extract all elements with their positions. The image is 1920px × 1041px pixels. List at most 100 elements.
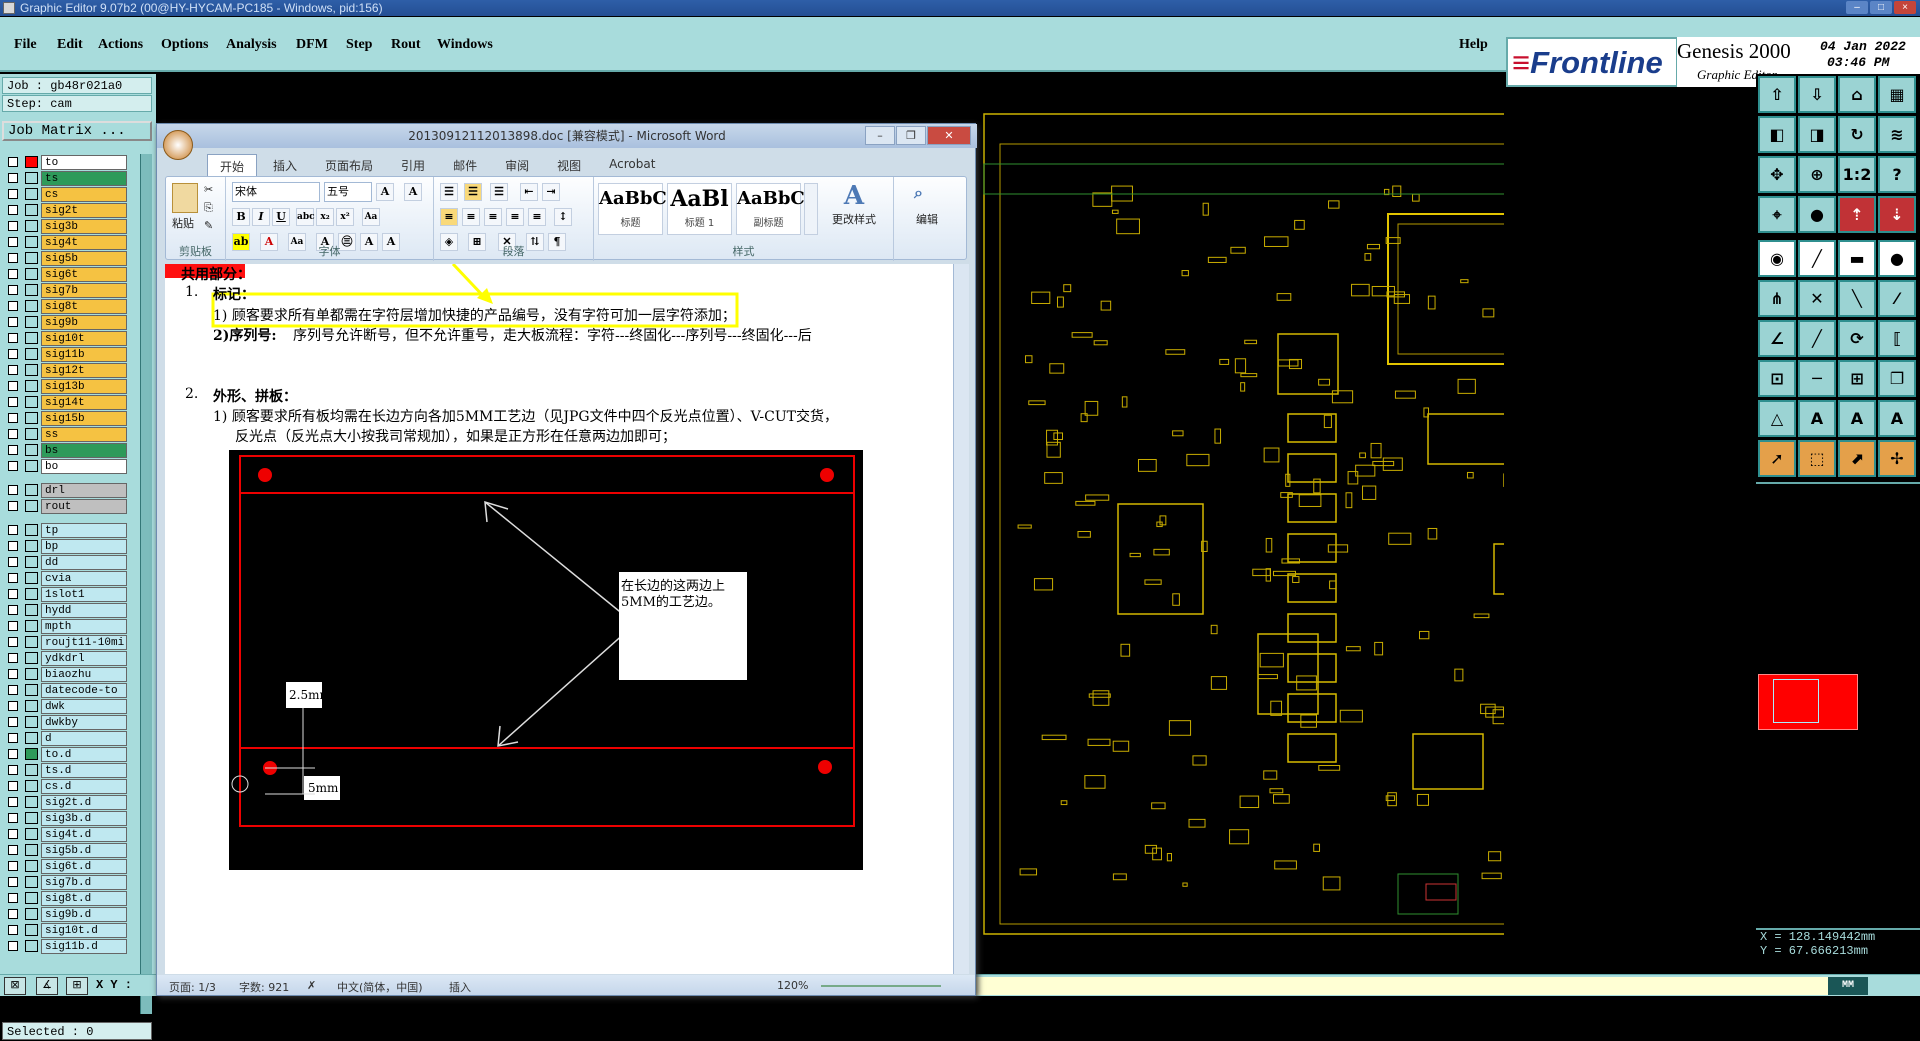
layer-name[interactable]: sig11b.d bbox=[41, 939, 127, 954]
layer-row[interactable]: sig9b.d bbox=[4, 906, 154, 922]
layer-name[interactable]: cvia bbox=[41, 571, 127, 586]
style-subtitle[interactable]: AaBbC副标题 bbox=[736, 183, 801, 235]
layer-row[interactable]: hydd bbox=[4, 602, 154, 618]
layer-affected-toggle[interactable] bbox=[25, 668, 38, 680]
layer-visibility-checkbox[interactable] bbox=[8, 733, 18, 743]
menu-windows[interactable]: Windows bbox=[437, 37, 493, 53]
layer-affected-toggle[interactable] bbox=[25, 748, 38, 760]
paste-icon[interactable] bbox=[172, 183, 198, 213]
layer-name[interactable]: d bbox=[41, 731, 127, 746]
layer-affected-toggle[interactable] bbox=[25, 460, 38, 472]
layer-row[interactable]: cs bbox=[4, 186, 154, 202]
edit-button[interactable]: 编辑 bbox=[916, 211, 938, 227]
angle-icon[interactable]: ∠ bbox=[1758, 320, 1796, 357]
layer-visibility-checkbox[interactable] bbox=[8, 413, 18, 423]
layer-row[interactable]: sig14t bbox=[4, 394, 154, 410]
office-button[interactable] bbox=[163, 130, 193, 160]
layer-affected-toggle[interactable] bbox=[25, 500, 38, 512]
layer-visibility-checkbox[interactable] bbox=[8, 501, 18, 511]
layer-name[interactable]: sig7b bbox=[41, 283, 127, 298]
layer-affected-toggle[interactable] bbox=[25, 316, 38, 328]
layer-visibility-checkbox[interactable] bbox=[8, 717, 18, 727]
layer-affected-toggle[interactable] bbox=[25, 636, 38, 648]
layer-visibility-checkbox[interactable] bbox=[8, 541, 18, 551]
layer-row[interactable]: dwk bbox=[4, 698, 154, 714]
layer-row[interactable]: dwkby bbox=[4, 714, 154, 730]
layer-name[interactable]: bo bbox=[41, 459, 127, 474]
layer-visibility-checkbox[interactable] bbox=[8, 173, 18, 183]
layer-affected-toggle[interactable] bbox=[25, 396, 38, 408]
layer-visibility-checkbox[interactable] bbox=[8, 397, 18, 407]
layer-visibility-checkbox[interactable] bbox=[8, 349, 18, 359]
layer-visibility-checkbox[interactable] bbox=[8, 877, 18, 887]
layer-affected-toggle[interactable] bbox=[25, 572, 38, 584]
horizontal-icon[interactable]: ─ bbox=[1798, 360, 1836, 397]
layer-visibility-checkbox[interactable] bbox=[8, 189, 18, 199]
layer-affected-toggle[interactable] bbox=[25, 732, 38, 744]
layer-row[interactable]: sig15b bbox=[4, 410, 154, 426]
layer-visibility-checkbox[interactable] bbox=[8, 557, 18, 567]
numbering-button[interactable]: ☰ bbox=[464, 183, 482, 201]
layer-visibility-checkbox[interactable] bbox=[8, 653, 18, 663]
font-size-select[interactable]: 五号 bbox=[324, 182, 372, 202]
layer-name[interactable]: datecode-to bbox=[41, 683, 127, 698]
layer-row[interactable]: sig2t.d bbox=[4, 794, 154, 810]
layer-name[interactable]: sig4t.d bbox=[41, 827, 127, 842]
layer-affected-toggle[interactable] bbox=[25, 604, 38, 616]
layer-name[interactable]: sig8t bbox=[41, 299, 127, 314]
layer-visibility-checkbox[interactable] bbox=[8, 941, 18, 951]
layer-row[interactable]: sig7b.d bbox=[4, 874, 154, 890]
multilevel-button[interactable]: ☰ bbox=[490, 183, 508, 201]
layer-name[interactable]: to bbox=[41, 155, 127, 170]
pan-right-icon[interactable]: ◨ bbox=[1798, 116, 1836, 153]
layer-row[interactable]: 1slot1 bbox=[4, 586, 154, 602]
layer-row[interactable]: sig6t bbox=[4, 266, 154, 282]
layer-affected-toggle[interactable] bbox=[25, 428, 38, 440]
layer-name[interactable]: cs.d bbox=[41, 779, 127, 794]
menu-step[interactable]: Step bbox=[346, 37, 372, 53]
layer-affected-toggle[interactable] bbox=[25, 684, 38, 696]
layer-name[interactable]: sig9b.d bbox=[41, 907, 127, 922]
layer-visibility-checkbox[interactable] bbox=[8, 253, 18, 263]
layer-row[interactable]: sig5b bbox=[4, 250, 154, 266]
layer-affected-toggle[interactable] bbox=[25, 252, 38, 264]
layer-row[interactable]: sig13b bbox=[4, 378, 154, 394]
layer-row[interactable]: biaozhu bbox=[4, 666, 154, 682]
format-painter-icon[interactable]: ✎ bbox=[204, 219, 213, 232]
layer-affected-toggle[interactable] bbox=[25, 364, 38, 376]
layer-visibility-checkbox[interactable] bbox=[8, 621, 18, 631]
layer-row[interactable]: sig7b bbox=[4, 282, 154, 298]
layer-row[interactable]: ts.d bbox=[4, 762, 154, 778]
layer-name[interactable]: sig12t bbox=[41, 363, 127, 378]
layer-name[interactable]: sig13b bbox=[41, 379, 127, 394]
layer-affected-toggle[interactable] bbox=[25, 844, 38, 856]
layer-row[interactable]: tp bbox=[4, 522, 154, 538]
layer-visibility-checkbox[interactable] bbox=[8, 573, 18, 583]
layer-row[interactable]: roujt11-10mi bbox=[4, 634, 154, 650]
layer-row[interactable]: ss bbox=[4, 426, 154, 442]
select-all-icon[interactable]: ✢ bbox=[1878, 440, 1916, 477]
layer-name[interactable]: sig4t bbox=[41, 235, 127, 250]
layer-visibility-checkbox[interactable] bbox=[8, 685, 18, 695]
connect-icon[interactable]: ⋔ bbox=[1758, 280, 1796, 317]
layer-row[interactable]: bs bbox=[4, 442, 154, 458]
close-button[interactable]: × bbox=[1894, 1, 1916, 14]
paste-label[interactable]: 粘贴 bbox=[172, 215, 194, 231]
layer-affected-toggle[interactable] bbox=[25, 412, 38, 424]
layer-name[interactable]: bp bbox=[41, 539, 127, 554]
scale-icon[interactable]: 1:2 bbox=[1838, 156, 1876, 193]
layer-row[interactable]: sig9b bbox=[4, 314, 154, 330]
layer-row[interactable]: sig8t.d bbox=[4, 890, 154, 906]
layer-down-icon[interactable]: ⇣ bbox=[1878, 196, 1916, 233]
layer-name[interactable]: sig6t.d bbox=[41, 859, 127, 874]
layer-name[interactable]: sig8t.d bbox=[41, 891, 127, 906]
decrease-indent-button[interactable]: ⇤ bbox=[520, 183, 538, 201]
font-style-icon[interactable]: A bbox=[404, 183, 422, 201]
style-title[interactable]: AaBbC标题 bbox=[598, 183, 663, 235]
layer-visibility-checkbox[interactable] bbox=[8, 669, 18, 679]
menu-edit[interactable]: Edit bbox=[57, 37, 83, 53]
layer-visibility-checkbox[interactable] bbox=[8, 637, 18, 647]
document-page[interactable]: 共用部分： 1. 标记： 1) 顾客要求所有单都需在字符层增加快捷的产品编号，没… bbox=[165, 264, 953, 974]
increase-indent-button[interactable]: ⇥ bbox=[542, 183, 560, 201]
layer-row[interactable]: bp bbox=[4, 538, 154, 554]
